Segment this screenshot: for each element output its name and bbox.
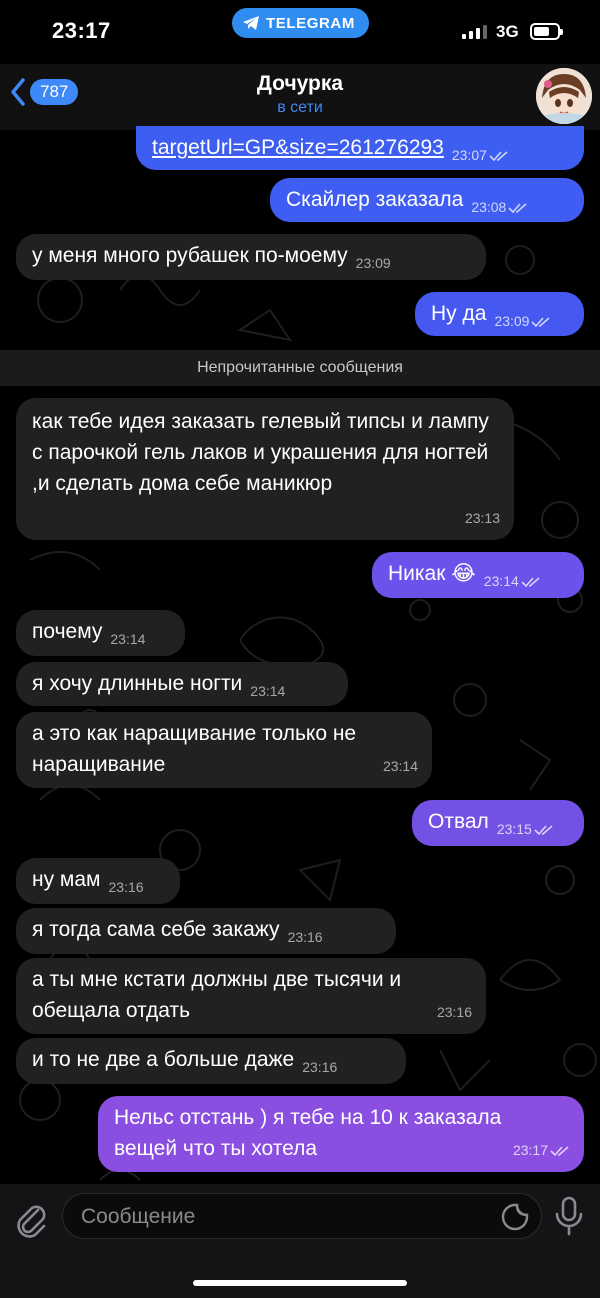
telegram-pill-label: TELEGRAM	[266, 14, 355, 32]
network-type: 3G	[496, 22, 519, 41]
message-time: 23:14	[483, 573, 519, 589]
message-incoming[interactable]: у меня много рубашек по-моему 23:09	[16, 234, 486, 280]
message-text: я тогда сама себе закажу	[32, 918, 280, 941]
message-outgoing[interactable]: Скайлер заказала 23:08	[270, 178, 584, 222]
message-text: а это как наращивание только не наращива…	[32, 722, 357, 776]
message-incoming[interactable]: почему 23:14	[16, 610, 185, 656]
message-incoming[interactable]: и то не две а больше даже 23:16	[16, 1038, 406, 1084]
message-text: и то не две а больше даже	[32, 1048, 295, 1071]
message-text: почему	[32, 620, 103, 643]
message-incoming[interactable]: а ты мне кстати должны две тысячи и обещ…	[16, 958, 486, 1034]
message-text: Скайлер заказала	[286, 188, 464, 211]
message-outgoing[interactable]: targetUrl=GP&size=261276293 23:07	[136, 126, 584, 170]
telegram-pill[interactable]: TELEGRAM	[232, 8, 369, 38]
message-time: 23:13	[464, 510, 500, 526]
message-time: 23:14	[110, 631, 146, 647]
message-outgoing[interactable]: Никак 😂 23:14	[372, 552, 584, 598]
message-input-placeholder: Сообщение	[81, 1205, 196, 1228]
read-ticks-icon	[531, 317, 551, 328]
message-incoming[interactable]: я тогда сама себе закажу 23:16	[16, 908, 396, 954]
home-indicator	[193, 1280, 407, 1286]
message-time: 23:08	[471, 199, 507, 215]
message-incoming[interactable]: ну мам 23:16	[16, 858, 180, 904]
message-incoming[interactable]: я хочу длинные ногти 23:14	[16, 662, 348, 706]
message-time: 23:16	[302, 1059, 338, 1075]
chat-header: 787 Дочурка в сети	[0, 64, 600, 130]
message-text: а ты мне кстати должны две тысячи и обещ…	[32, 968, 402, 1022]
message-outgoing[interactable]: Отвал 23:15	[412, 800, 584, 846]
message-time: 23:17	[512, 1142, 548, 1158]
chat-title: Дочурка	[256, 72, 344, 95]
message-time: 23:14	[250, 683, 286, 699]
message-text: ну мам	[32, 868, 101, 891]
mic-icon[interactable]	[553, 1196, 585, 1236]
battery-icon	[530, 23, 563, 40]
chat-status: в сети	[277, 99, 323, 116]
message-time: 23:09	[494, 313, 530, 329]
read-ticks-icon	[534, 825, 553, 836]
message-outgoing[interactable]: Ну да 23:09	[415, 292, 584, 336]
message-text: Ну да	[431, 302, 487, 325]
message-text: Нельс отстань ) я тебе на 10 к заказала …	[114, 1106, 502, 1160]
message-text: как тебе идея заказать гелевый типсы и л…	[32, 410, 489, 495]
message-text: я хочу длинные ногти	[32, 672, 243, 695]
message-incoming[interactable]: а это как наращивание только не наращива…	[16, 712, 432, 788]
read-ticks-icon	[550, 1146, 569, 1157]
unread-divider: Непрочитанные сообщения	[0, 350, 600, 386]
signal-icon	[462, 25, 487, 39]
message-time: 23:16	[436, 1004, 472, 1020]
message-incoming[interactable]: как тебе идея заказать гелевый типсы и л…	[16, 398, 514, 540]
read-ticks-icon	[489, 151, 508, 162]
message-text: Никак 😂	[388, 562, 476, 585]
read-ticks-icon	[508, 203, 527, 214]
message-text: у меня много рубашек по-моему	[32, 244, 348, 267]
message-time: 23:16	[287, 929, 323, 945]
status-time: 23:17	[52, 18, 111, 43]
input-bar: Сообщение	[0, 1184, 600, 1298]
attach-icon[interactable]	[12, 1198, 48, 1238]
status-bar: 23:17 TELEGRAM 3G	[0, 0, 600, 64]
message-time: 23:16	[108, 879, 144, 895]
read-ticks-icon	[521, 577, 540, 588]
message-time: 23:09	[355, 255, 391, 271]
message-time: 23:14	[382, 758, 418, 774]
message-input[interactable]: Сообщение	[62, 1193, 542, 1239]
message-outgoing[interactable]: Нельс отстань ) я тебе на 10 к заказала …	[98, 1096, 584, 1172]
chat-title-area[interactable]: Дочурка в сети	[0, 72, 600, 117]
avatar[interactable]	[536, 68, 592, 124]
message-time: 23:07	[451, 147, 487, 163]
sticker-icon[interactable]	[501, 1203, 529, 1231]
message-text: Отвал	[428, 810, 489, 833]
message-time: 23:15	[496, 821, 532, 837]
telegram-icon	[243, 16, 259, 30]
message-text[interactable]: targetUrl=GP&size=261276293	[152, 136, 444, 159]
